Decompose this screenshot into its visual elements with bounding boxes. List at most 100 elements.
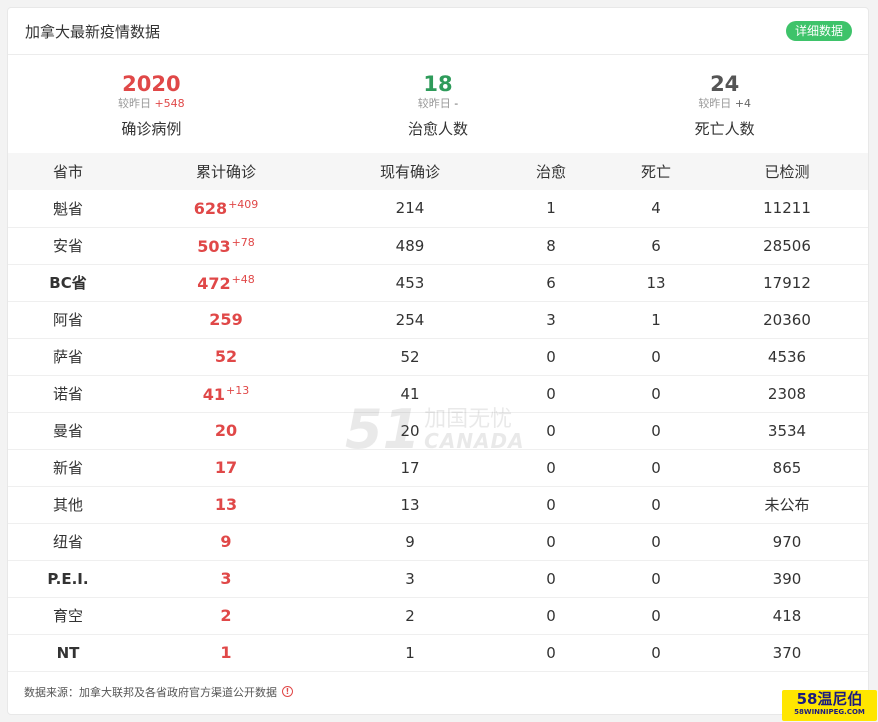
cell-tested: 418	[772, 606, 802, 625]
cell-tested: 28506	[763, 236, 811, 255]
stat-delta: 较昨日 -	[295, 97, 582, 111]
stat-delta-label: 较昨日	[417, 97, 451, 110]
cell-active: 3	[405, 569, 415, 588]
cell-province: 萨省	[52, 348, 83, 366]
cell-deaths: 13	[646, 273, 666, 292]
cell-total: 17	[128, 449, 324, 486]
cell-tested: 2308	[767, 384, 807, 403]
table-row: 其他 13 13 0 0 未公布	[8, 486, 868, 523]
total-value: 20	[214, 421, 238, 440]
cell-total: 1	[128, 634, 324, 671]
stat-label: 死亡人数	[694, 120, 755, 138]
new-cases: +13	[226, 383, 250, 397]
cell-total: 9	[128, 523, 324, 560]
column-header-tested: 已检测	[764, 163, 810, 181]
column-header-recovered: 治愈	[535, 163, 566, 181]
cell-tested: 未公布	[764, 496, 810, 514]
epidemic-card: 加拿大最新疫情数据 详细数据 2020 较昨日 +548 确诊病例 18 较昨日 - 治愈…	[7, 7, 869, 715]
card-title: 加拿大最新疫情数据	[25, 22, 161, 41]
cell-recovered: 0	[546, 458, 556, 477]
stat-delta: 较昨日 +548	[8, 97, 295, 111]
cell-recovered: 1	[546, 199, 556, 218]
table-row: NT 1 1 0 0 370	[8, 634, 868, 671]
cell-tested: 3534	[767, 421, 807, 440]
cell-total: 503+78	[128, 227, 324, 264]
cell-deaths: 1	[651, 310, 661, 329]
total-value: 9	[220, 532, 232, 551]
cell-active: 489	[395, 236, 425, 255]
detail-data-button[interactable]: 详细数据	[785, 21, 852, 41]
table-row: 曼省 20 20 0 0 3534	[8, 412, 868, 449]
stat-confirmed: 2020 较昨日 +548 确诊病例	[8, 55, 295, 153]
cell-recovered: 0	[546, 532, 556, 551]
data-source-text: 数据来源：加拿大联邦及各省政府官方渠道公开数据	[24, 685, 277, 699]
cell-tested: 970	[772, 532, 802, 551]
cell-province: 育空	[52, 607, 83, 625]
column-header-total: 累计确诊	[195, 163, 256, 181]
table-row: 诺省 41+13 41 0 0 2308	[8, 375, 868, 412]
card-header: 加拿大最新疫情数据 详细数据	[8, 8, 868, 55]
cell-recovered: 0	[546, 347, 556, 366]
cell-province: BC省	[49, 274, 87, 292]
cell-active: 52	[400, 347, 420, 366]
cell-tested: 390	[772, 569, 802, 588]
cell-active: 214	[395, 199, 425, 218]
cell-deaths: 0	[651, 606, 661, 625]
cell-recovered: 0	[546, 606, 556, 625]
cell-province: P.E.I.	[47, 569, 89, 588]
stat-delta-label: 较昨日	[698, 97, 732, 110]
total-value: 259	[209, 310, 243, 329]
site-logo[interactable]: 58温尼伯 58WINNIPEG.COM	[782, 690, 877, 721]
cell-deaths: 0	[651, 384, 661, 403]
cell-province: 曼省	[52, 422, 83, 440]
cell-total: 13	[128, 486, 324, 523]
cell-active: 254	[395, 310, 425, 329]
table-row: 安省 503+78 489 8 6 28506	[8, 227, 868, 264]
cell-tested: 17912	[763, 273, 811, 292]
stat-label: 确诊病例	[121, 120, 182, 138]
info-icon[interactable]: !	[282, 686, 293, 697]
cell-total: 259	[128, 301, 324, 338]
cell-tested: 4536	[767, 347, 807, 366]
cell-province: 魁省	[52, 199, 83, 218]
stat-label: 治愈人数	[408, 120, 469, 138]
table-row: 育空 2 2 0 0 418	[8, 597, 868, 634]
total-value: 2	[220, 606, 232, 625]
cell-deaths: 0	[651, 421, 661, 440]
cell-recovered: 0	[546, 421, 556, 440]
stat-delta-value: +4	[734, 97, 752, 110]
stat-value: 18	[423, 72, 453, 96]
stat-delta-value: +548	[154, 97, 185, 110]
cell-active: 2	[405, 606, 415, 625]
stat-deaths: 24 较昨日 +4 死亡人数	[581, 55, 868, 153]
cell-deaths: 0	[651, 347, 661, 366]
column-header-deaths: 死亡	[640, 163, 671, 181]
cell-recovered: 3	[546, 310, 556, 329]
cell-deaths: 0	[651, 532, 661, 551]
province-table: 省市 累计确诊 现有确诊 治愈 死亡 已检测 魁省 628+409 214 1 4 112…	[8, 153, 868, 672]
cell-recovered: 8	[546, 236, 556, 255]
cell-recovered: 0	[546, 495, 556, 514]
cell-tested: 11211	[763, 199, 811, 218]
cell-deaths: 0	[651, 495, 661, 514]
new-cases: +78	[231, 235, 255, 249]
cell-active: 9	[405, 532, 415, 551]
cell-province: 阿省	[52, 311, 83, 329]
column-header-active: 现有确诊	[379, 163, 440, 181]
cell-total: 3	[128, 560, 324, 597]
cell-active: 41	[400, 384, 420, 403]
stat-value: 24	[710, 72, 740, 96]
total-value: 41	[202, 384, 226, 404]
logo-line2: 58WINNIPEG.COM	[794, 708, 865, 716]
cell-province: 纽省	[52, 533, 83, 551]
logo-line1: 58温尼伯	[796, 690, 863, 708]
cell-total: 472+48	[128, 264, 324, 301]
cell-deaths: 0	[651, 643, 661, 662]
cell-province: NT	[56, 643, 80, 662]
cell-deaths: 0	[651, 569, 661, 588]
table-header-row: 省市 累计确诊 现有确诊 治愈 死亡 已检测	[8, 153, 868, 190]
cell-total: 41+13	[128, 375, 324, 412]
stat-value: 2020	[122, 72, 181, 96]
total-value: 472	[197, 273, 231, 293]
table-row: 阿省 259 254 3 1 20360	[8, 301, 868, 338]
